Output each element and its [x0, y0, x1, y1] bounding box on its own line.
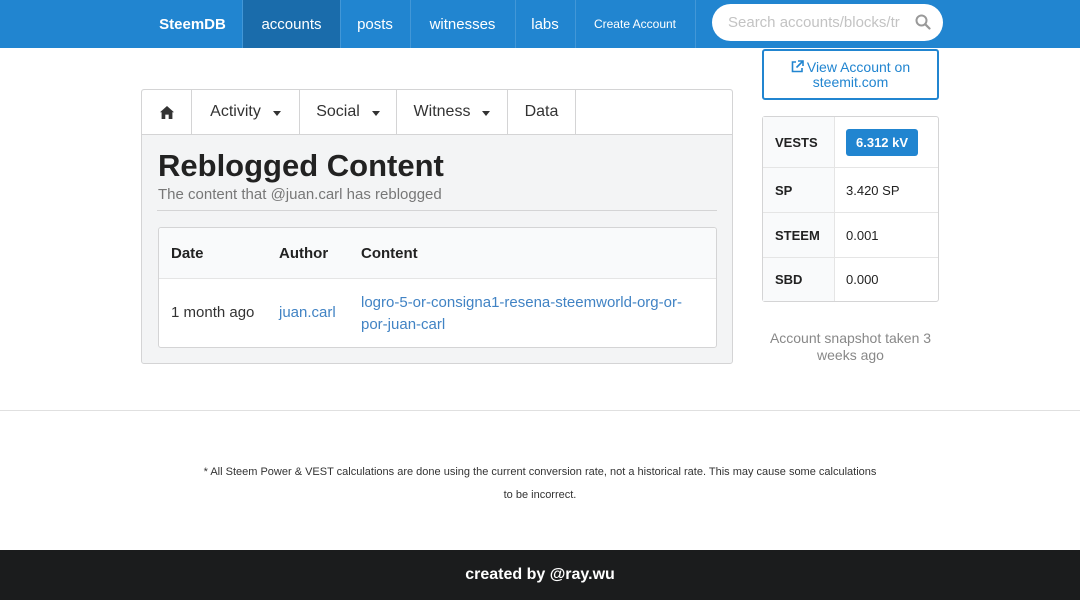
stat-label: SBD — [763, 258, 835, 301]
vests-badge: 6.312 kV — [846, 128, 919, 156]
stat-row-vests: VESTS 6.312 kV — [763, 117, 938, 168]
column-header-author: Author — [279, 245, 329, 262]
tab-witness[interactable]: Witness — [397, 90, 508, 134]
tab-home[interactable] — [142, 90, 192, 134]
tab-witness-label: Witness — [413, 103, 471, 120]
tab-data-label: Data — [524, 103, 559, 120]
search-icon[interactable] — [915, 14, 931, 30]
tab-activity-label: Activity — [210, 103, 261, 120]
home-icon — [159, 105, 174, 119]
tab-activity[interactable]: Activity — [192, 90, 300, 134]
content-panel: Activity Social Witness Data Reblogged C… — [141, 89, 733, 364]
snapshot-note: Account snapshot taken 3 weeks ago — [769, 330, 932, 363]
stat-row-steem: STEEM 0.001 — [763, 213, 938, 258]
footer-bar: created by @ray.wu — [0, 550, 1080, 600]
nav-create-account[interactable]: Create Account — [575, 0, 695, 48]
stat-value: 0.001 — [846, 227, 879, 243]
account-tab-menu: Activity Social Witness Data — [142, 90, 732, 135]
footer-credit: created by @ray.wu — [465, 566, 615, 583]
view-on-steemit-button[interactable]: View Account on steemit.com — [762, 49, 939, 100]
content-link[interactable]: logro-5-or-consigna1-resena-steemworld-o… — [361, 292, 706, 336]
cell-date: 1 month ago — [171, 304, 255, 321]
top-navbar: SteemDB accounts posts witnesses labs Cr… — [0, 0, 1080, 48]
stat-row-sbd: SBD 0.000 — [763, 258, 938, 301]
search-input[interactable] — [728, 14, 908, 31]
stat-value: 0.000 — [846, 272, 879, 287]
column-header-content: Content — [361, 245, 418, 262]
brand-link[interactable]: SteemDB — [142, 0, 243, 48]
nav-labs[interactable]: labs — [515, 0, 575, 48]
caret-down-icon — [371, 110, 380, 116]
disclaimer-text: * All Steem Power & VEST calculations ar… — [203, 466, 877, 501]
page-title: Reblogged Content — [158, 148, 444, 183]
nav-divider — [695, 0, 696, 48]
table-header: Date Author Content — [159, 228, 716, 279]
tab-data[interactable]: Data — [508, 90, 576, 134]
reblog-table: Date Author Content 1 month ago juan.car… — [158, 227, 717, 348]
author-link[interactable]: juan.carl — [279, 304, 336, 321]
stat-value: 3.420 SP — [846, 182, 900, 198]
search-box — [712, 4, 943, 41]
stat-label: STEEM — [763, 213, 835, 257]
page-subtitle: The content that @juan.carl has reblogge… — [158, 186, 442, 203]
tab-social[interactable]: Social — [300, 90, 397, 134]
caret-down-icon — [272, 110, 281, 116]
stat-value: 6.312 kV — [846, 117, 919, 167]
stat-label: SP — [763, 168, 835, 212]
external-link-icon — [791, 60, 804, 73]
divider — [157, 210, 717, 211]
caret-down-icon — [482, 110, 491, 116]
nav-accounts[interactable]: accounts — [243, 0, 340, 48]
view-button-label: View Account on steemit.com — [806, 59, 911, 90]
footer-divider — [0, 410, 1080, 411]
tab-social-label: Social — [316, 103, 360, 120]
stat-label: VESTS — [763, 117, 835, 167]
nav-witnesses[interactable]: witnesses — [410, 0, 515, 48]
column-header-date: Date — [171, 245, 204, 262]
stat-row-sp: SP 3.420 SP — [763, 168, 938, 213]
nav-posts[interactable]: posts — [340, 0, 410, 48]
account-stats-table: VESTS 6.312 kV SP 3.420 SP STEEM 0.001 S… — [762, 116, 939, 302]
